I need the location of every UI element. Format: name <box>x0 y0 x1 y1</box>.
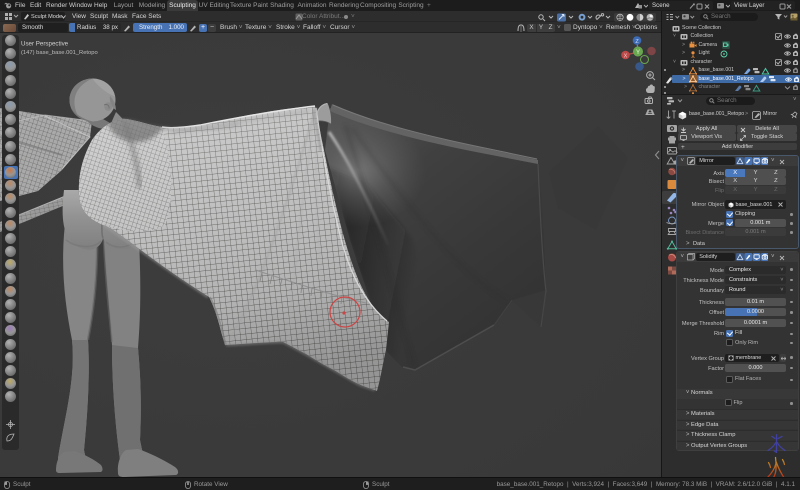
svg-text:X: X <box>624 54 628 60</box>
svg-text:(147) base_base.001_Retopo: (147) base_base.001_Retopo <box>21 50 98 56</box>
svg-text:User Perspective: User Perspective <box>21 41 69 48</box>
svg-text:Y: Y <box>636 50 640 56</box>
